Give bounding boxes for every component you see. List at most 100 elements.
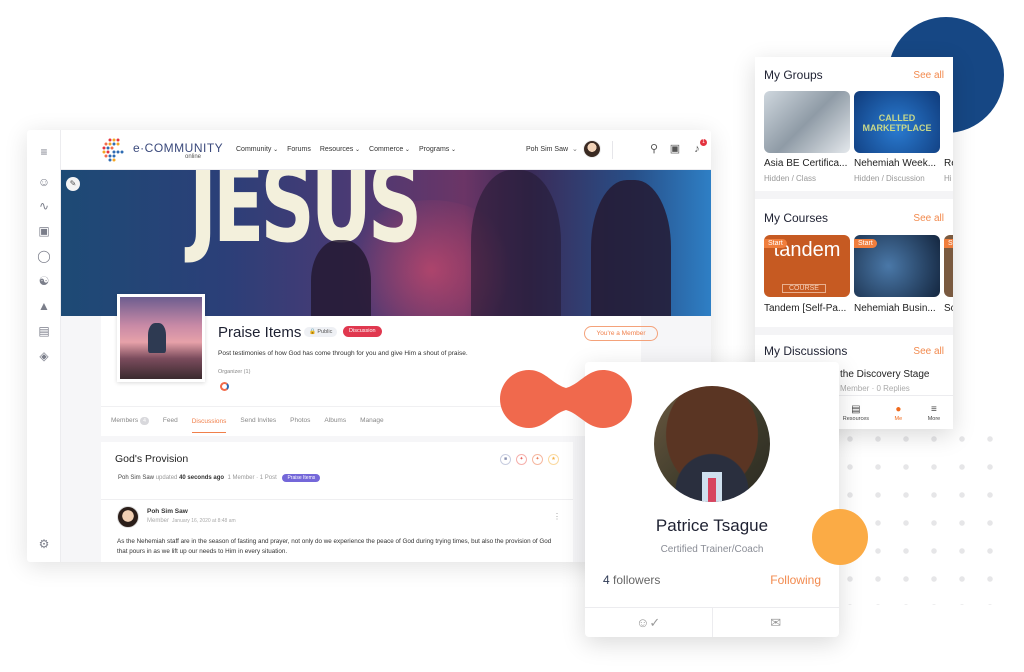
tab-discussions[interactable]: Discussions [191,409,227,433]
profile-photo[interactable] [654,386,770,502]
nav-programs[interactable]: Programs [419,146,456,153]
nav-commerce[interactable]: Commerce [369,146,410,153]
nav-community[interactable]: Community [236,146,278,153]
star-icon[interactable]: ★ [548,454,559,465]
top-navbar: e·COMMUNITY online Community Forums Reso… [61,130,711,170]
profile-name[interactable]: Patrice Tsague [585,516,839,536]
pin-icon[interactable]: ✦ [516,454,527,465]
course-tile-image[interactable]: tandem COURSE Start [764,235,850,297]
membership-button[interactable]: You're a Member [584,326,658,341]
cover-word: JESUS [189,170,422,267]
tile-art-subtext: COURSE [782,284,826,293]
briefcase-icon[interactable]: ▤ [36,323,52,339]
nav-forums[interactable]: Forums [287,146,311,153]
course-title[interactable]: So [944,303,953,314]
discussion-tag[interactable]: Praise Items [282,474,321,482]
link-icon[interactable]: ✦ [532,454,543,465]
group-avatar [117,294,205,382]
my-courses-section: My Courses See all tandem COURSE Start S… [755,199,953,327]
following-button[interactable]: Following [770,573,821,587]
organizer-avatar[interactable] [220,382,229,391]
decorative-dot-grid [836,425,1006,605]
inbox-icon[interactable]: ▣ [36,223,52,239]
post-body: As the Nehemiah staff are in the season … [117,538,552,555]
organizer-label: Organizer (1) [218,369,251,375]
mobile-bottom-nav: ▤ Resources ● Me ≡ More [830,395,953,429]
group-subtitle: Hidden / Class [764,174,817,183]
group-title[interactable]: Re [944,158,953,169]
group-title: Praise Items [218,324,302,341]
post-author-avatar[interactable] [117,506,139,528]
my-discussions-heading: My Discussions [764,344,848,358]
group-type-badge: Discussion [343,326,382,337]
tab-manage[interactable]: Manage [360,417,384,424]
tab-feed[interactable]: Feed [163,417,178,424]
group-subtitle: Hi [944,174,952,183]
inbox-icon[interactable]: ▣ [668,142,682,156]
tab-albums[interactable]: Albums [324,417,346,424]
discussion-title[interactable]: God's Provision [115,453,188,465]
activity-icon[interactable]: ∿ [36,198,52,214]
logo-mark-icon [102,138,124,162]
updated-time: 40 seconds ago [179,475,225,481]
tab-members[interactable]: Members 4 [111,416,149,425]
notification-badge: 1 [700,139,707,146]
members-count: 4 [140,416,149,425]
user-avatar[interactable] [583,140,601,158]
post-author-name[interactable]: Poh Sim Saw [147,508,188,515]
group-title[interactable]: Nehemiah Week... [854,158,936,169]
course-tile-image[interactable]: Start [854,235,940,297]
nav-resources[interactable]: Resources [320,146,360,153]
settings-icon[interactable]: ⚙ [36,536,52,552]
courses-icon[interactable]: ▲ [36,298,52,314]
chevron-down-icon[interactable]: ⌄ [572,145,578,153]
user-icon[interactable]: ☺ [36,174,52,190]
chat-icon[interactable]: ◯ [36,248,52,264]
stage: ≡ ☺ ∿ ▣ ◯ ☯ ▲ ▤ ◈ ⚙ e·COMMUNITY online C… [0,0,1024,672]
groups-icon[interactable]: ☯ [36,273,52,289]
discussion-author[interactable]: Poh Sim Saw [118,475,154,481]
cover-silhouette [591,180,671,316]
bottom-tab-resources[interactable]: ▤ Resources [843,404,869,422]
connect-user-icon[interactable]: ☺✓ [585,608,712,637]
discussion-item-meta: Member · 0 Replies [840,384,910,393]
bottom-tab-more[interactable]: ≡ More [928,404,941,422]
courses-see-all-link[interactable]: See all [913,213,944,224]
main-nav: Community Forums Resources Commerce Prog… [236,146,456,153]
followers-count[interactable]: 4 followers [603,573,660,587]
discussions-see-all-link[interactable]: See all [913,346,944,357]
my-groups-heading: My Groups [764,68,823,82]
tab-send-invites[interactable]: Send Invites [240,417,276,424]
profile-actions: ☺✓ ✉ [585,607,839,637]
post-date: January 16, 2020 at 8:48 am [172,518,236,524]
more-options-icon[interactable]: ⋮ [553,512,561,521]
cover-silhouette [311,240,371,316]
start-badge: Start [854,239,877,248]
edit-cover-button[interactable]: ✎ [66,177,80,191]
lock-icon[interactable]: ■ [500,454,511,465]
discussion-item-title[interactable]: the Discovery Stage [840,369,930,380]
group-title[interactable]: Asia BE Certifica... [764,158,847,169]
group-tile-image[interactable] [764,91,850,153]
tab-photos[interactable]: Photos [290,417,310,424]
logo-text: e·COMMUNITY [133,141,224,155]
logo-subtext: online [185,154,202,160]
start-badge: Start [764,239,787,248]
role-label: Member [147,518,170,524]
groups-see-all-link[interactable]: See all [913,70,944,81]
my-courses-heading: My Courses [764,211,829,225]
logo[interactable]: e·COMMUNITY online [101,137,224,165]
bottom-tab-me[interactable]: ● Me [895,404,903,422]
menu-icon[interactable]: ≡ [36,144,52,160]
tab-label: More [927,415,941,422]
course-title[interactable]: Tandem [Self-Pa... [764,303,846,314]
search-icon[interactable]: ⚲ [647,142,661,156]
profile-role: Certified Trainer/Coach [660,544,764,555]
user-menu-name[interactable]: Poh Sim Saw [526,146,568,153]
group-tile-image[interactable] [944,91,953,153]
course-title[interactable]: Nehemiah Busin... [854,303,936,314]
message-icon[interactable]: ✉ [711,608,840,637]
course-tile-image[interactable]: Start [944,235,953,297]
layers-icon[interactable]: ◈ [36,348,52,364]
group-tile-image[interactable]: CALLED MARKETPLACE [854,91,940,153]
